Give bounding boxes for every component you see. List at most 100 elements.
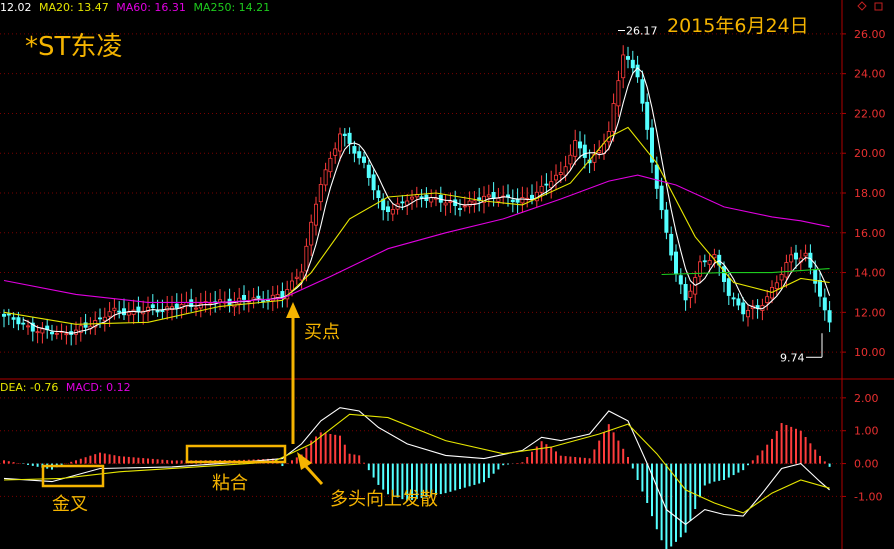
candle-body — [261, 300, 266, 303]
candle-body — [616, 80, 621, 107]
candle-body — [683, 284, 688, 301]
candle-body — [102, 316, 107, 322]
candle-body — [361, 156, 366, 163]
price-tick-label: 12.00 — [854, 306, 886, 319]
candle-body — [11, 317, 16, 320]
candle-body — [40, 328, 45, 334]
candle-body — [193, 307, 198, 310]
low-price-label: 9.74 — [780, 351, 805, 364]
candle-body — [309, 221, 314, 246]
candle-body — [241, 295, 246, 300]
candle-body — [813, 269, 818, 284]
candle-body — [568, 154, 573, 165]
price-tick-label: 14.00 — [854, 267, 886, 280]
candle-body — [457, 208, 462, 210]
price-tick-label: 20.00 — [854, 147, 886, 160]
candle-body — [678, 275, 683, 285]
candle-body — [664, 209, 669, 233]
candle-body — [400, 201, 405, 204]
price-tick-label: 22.00 — [854, 107, 886, 120]
candle-body — [256, 295, 261, 299]
candle-body — [640, 79, 645, 104]
macd-tick-label: -1.00 — [854, 490, 882, 503]
candle-body — [328, 157, 333, 173]
price-tick-label: 16.00 — [854, 227, 886, 240]
candle-body — [174, 303, 179, 309]
candle-body — [784, 262, 789, 278]
candle-body — [659, 185, 664, 211]
macd-label: MACD: 0.12 — [65, 381, 131, 394]
candle-body — [337, 133, 342, 152]
candle-body — [2, 313, 7, 317]
price-tick-label: 18.00 — [854, 187, 886, 200]
macd-tick-label: 1.00 — [854, 425, 879, 438]
candle-body — [731, 297, 736, 300]
candle-body — [304, 245, 309, 272]
candle-body — [64, 333, 69, 336]
candle-body — [160, 310, 165, 312]
candle-body — [289, 280, 294, 291]
macd-axis: 2.00 1.00 0.00 -1.00 — [842, 392, 882, 503]
candle-body — [822, 297, 827, 311]
candle-body — [626, 56, 631, 60]
candle-body — [299, 271, 304, 281]
candle-body — [645, 101, 650, 130]
ma20-label: MA20: 13.47 — [39, 1, 109, 14]
price-grid — [0, 33, 842, 353]
candle-body — [150, 304, 155, 309]
converge-label: 粘合 — [212, 473, 248, 494]
candle-body — [21, 322, 26, 325]
candle-body — [746, 310, 751, 318]
buy-point-arrowhead — [286, 302, 300, 318]
dea-label: DEA: -0.76 — [0, 381, 59, 394]
candle-body — [50, 331, 55, 335]
ma20-line — [3, 126, 830, 325]
candle-body — [54, 332, 59, 335]
high-price-label: 26.17 — [626, 25, 658, 38]
candle-body — [371, 174, 376, 191]
candle-body — [803, 252, 808, 257]
candle-body — [126, 311, 131, 316]
candle-body — [530, 194, 535, 199]
candle-body — [578, 141, 583, 149]
ma60-label: MA60: 16.31 — [116, 1, 186, 14]
candle-body — [366, 164, 371, 178]
candle-body — [539, 185, 544, 193]
buy-point-label: 买点 — [304, 322, 340, 343]
candle-body — [448, 201, 453, 203]
candle-body — [419, 196, 424, 199]
macd-tick-label: 2.00 — [854, 392, 879, 405]
candle-body — [520, 197, 525, 204]
candle-body — [323, 169, 328, 186]
candle-body — [467, 200, 472, 207]
price-tick-label: 10.00 — [854, 346, 886, 359]
candle-body — [496, 197, 501, 202]
candle-body — [563, 166, 568, 176]
candle-body — [779, 274, 784, 281]
candle-body — [765, 296, 770, 303]
candle-body — [544, 183, 549, 186]
candle-body — [385, 206, 390, 212]
candle-body — [342, 133, 347, 136]
candle-body — [462, 205, 467, 208]
candle-body — [712, 254, 717, 259]
candle-body — [280, 291, 285, 298]
candle-body — [827, 310, 832, 323]
bull-diverge-label: 多头向上发散 — [330, 489, 438, 510]
ma250-label: MA250: 14.21 — [193, 1, 271, 14]
candle-body — [554, 174, 559, 181]
candle-body — [794, 252, 799, 260]
candle-body — [688, 290, 693, 298]
ma5-value: 12.02 — [0, 1, 32, 14]
stock-title: *ST东凌 — [25, 32, 123, 62]
macd-tick-label: 0.00 — [854, 458, 879, 471]
candle-body — [107, 311, 112, 317]
candle-body — [390, 209, 395, 215]
candle-body — [669, 233, 674, 256]
candle-body — [621, 54, 626, 79]
corner-diamond-icon[interactable] — [857, 1, 867, 11]
candle-body — [25, 325, 30, 328]
corner-box-icon[interactable] — [874, 2, 883, 11]
candle-body — [630, 59, 635, 69]
candle-body — [549, 181, 554, 189]
